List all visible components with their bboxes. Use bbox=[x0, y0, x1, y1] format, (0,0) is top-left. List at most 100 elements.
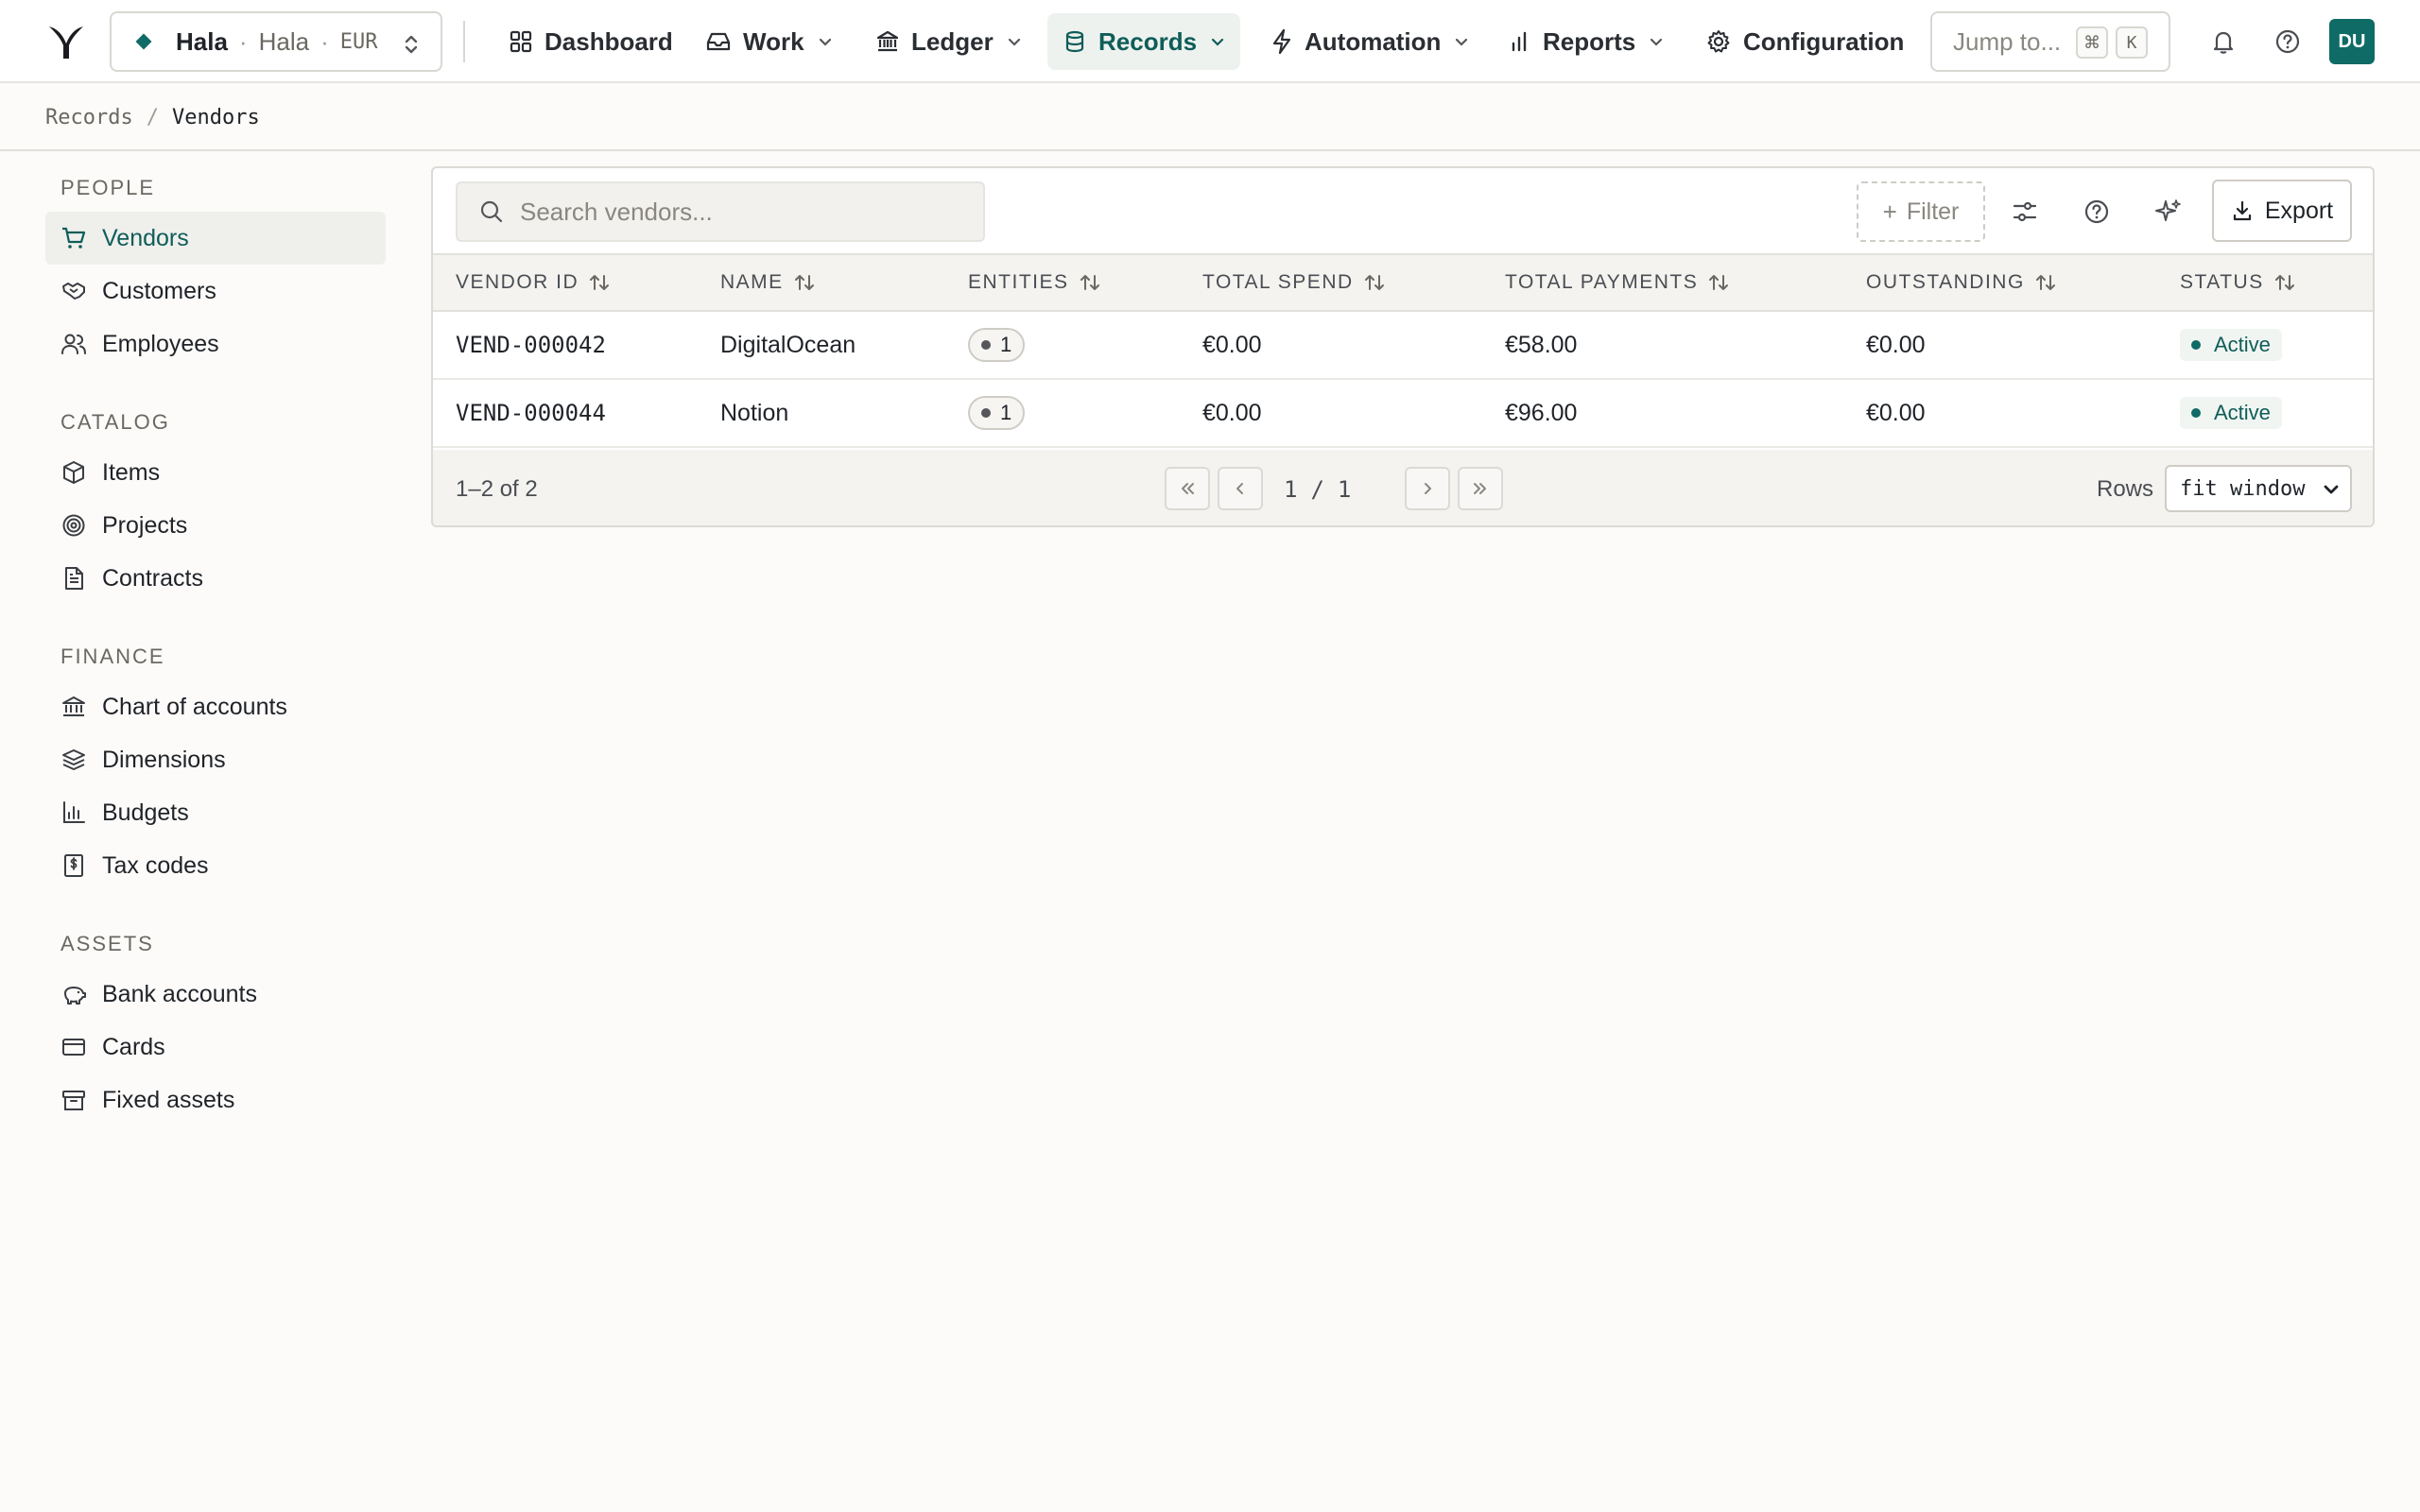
cell-vendor-id: VEND-000044 bbox=[456, 400, 606, 426]
column-label: OUTSTANDING bbox=[1866, 271, 2025, 293]
cell-status: Active bbox=[2180, 380, 2282, 446]
sidebar-item-label: Bank accounts bbox=[102, 980, 257, 1007]
jump-to-search[interactable]: Jump to... ⌘ K bbox=[1930, 11, 2170, 72]
sidebar-item-budgets[interactable]: Budgets bbox=[45, 786, 386, 839]
help-icon[interactable] bbox=[2082, 197, 2112, 227]
cell-name: DigitalOcean bbox=[720, 331, 856, 358]
bell-icon[interactable] bbox=[2208, 26, 2238, 57]
sidebar-item-dimensions[interactable]: Dimensions bbox=[45, 733, 386, 786]
shortcut-cmd-key: ⌘ bbox=[2076, 26, 2108, 59]
column-header-total-spend[interactable]: TOTAL SPEND bbox=[1202, 255, 1386, 310]
adjust-columns-icon[interactable] bbox=[2010, 197, 2040, 227]
cell-status: Active bbox=[2180, 312, 2282, 378]
entities-badge[interactable]: 1 bbox=[968, 396, 1026, 430]
handshake-icon bbox=[62, 283, 85, 300]
entities-badge[interactable]: 1 bbox=[968, 328, 1026, 362]
chevron-down-icon bbox=[1456, 38, 1468, 46]
table-row[interactable]: VEND-000044 Notion 1 €0.00 €96.00 €0.00 … bbox=[433, 380, 2373, 448]
filter-button[interactable]: + Filter bbox=[1857, 181, 1985, 242]
bank-icon bbox=[62, 696, 85, 716]
credit-card-icon bbox=[62, 1039, 85, 1056]
sparkles-icon[interactable] bbox=[2153, 197, 2184, 227]
search-box bbox=[456, 181, 985, 242]
chevron-left-icon bbox=[1236, 483, 1243, 494]
bolt-icon bbox=[1272, 28, 1291, 55]
nav-ledger[interactable]: Ledger bbox=[860, 13, 1037, 70]
status-badge: Active bbox=[2180, 397, 2282, 429]
sidebar-item-label: Contracts bbox=[102, 564, 203, 592]
table-row[interactable]: VEND-000042 DigitalOcean 1 €0.00 €58.00 … bbox=[433, 312, 2373, 380]
sort-icon bbox=[590, 275, 610, 290]
help-icon[interactable] bbox=[2273, 26, 2303, 57]
previous-page-button[interactable] bbox=[1218, 467, 1263, 510]
sort-icon bbox=[1709, 275, 1729, 290]
entity-separator: · bbox=[238, 26, 248, 56]
sort-icon bbox=[2035, 275, 2055, 290]
pagination-bar: 1–2 of 2 1 / 1 Rows fit window bbox=[433, 450, 2373, 525]
entities-count: 1 bbox=[1000, 401, 1012, 424]
nav-configuration[interactable]: Configuration bbox=[1690, 13, 1919, 70]
status-badge: Active bbox=[2180, 329, 2282, 361]
gear-icon bbox=[1707, 30, 1730, 53]
nav-reports[interactable]: Reports bbox=[1494, 13, 1679, 70]
entity-separator: · bbox=[320, 26, 329, 56]
sidebar-section-finance: FINANCE bbox=[60, 644, 165, 668]
nav-work[interactable]: Work bbox=[690, 13, 848, 70]
breadcrumb-parent[interactable]: Records bbox=[45, 106, 133, 129]
column-label: VENDOR ID bbox=[456, 271, 579, 293]
entities-count: 1 bbox=[1000, 333, 1012, 356]
nav-automation[interactable]: Automation bbox=[1255, 13, 1484, 70]
sidebar-section-assets: ASSETS bbox=[60, 932, 154, 955]
nav-dashboard[interactable]: Dashboard bbox=[493, 13, 688, 70]
table-header: VENDOR ID NAME ENTITIES TOTAL SPEND TOTA… bbox=[433, 253, 2373, 312]
column-header-status[interactable]: STATUS bbox=[2180, 255, 2296, 310]
box-icon bbox=[63, 461, 84, 484]
cell-outstanding: €0.00 bbox=[1866, 399, 1926, 426]
sidebar-item-label: Budgets bbox=[102, 799, 189, 826]
grid-icon bbox=[510, 30, 532, 53]
sidebar-item-tax-codes[interactable]: Tax codes bbox=[45, 839, 386, 892]
sidebar-item-label: Vendors bbox=[102, 224, 189, 251]
chevron-down-icon bbox=[819, 38, 831, 46]
column-header-entities[interactable]: ENTITIES bbox=[968, 255, 1101, 310]
sort-icon bbox=[1364, 275, 1384, 290]
column-header-total-payments[interactable]: TOTAL PAYMENTS bbox=[1505, 255, 1730, 310]
status-dot-icon bbox=[2191, 408, 2201, 418]
next-page-button[interactable] bbox=[1405, 467, 1450, 510]
sidebar-item-fixed-assets[interactable]: Fixed assets bbox=[45, 1074, 386, 1126]
cell-vendor-id: VEND-000042 bbox=[456, 332, 606, 358]
status-label: Active bbox=[2214, 401, 2271, 424]
sidebar-item-label: Dimensions bbox=[102, 746, 226, 773]
entity-switcher[interactable]: Hala · Hala · EUR bbox=[110, 11, 442, 72]
sidebar-item-employees[interactable]: Employees bbox=[45, 318, 386, 370]
column-header-name[interactable]: NAME bbox=[720, 255, 816, 310]
sidebar-item-items[interactable]: Items bbox=[45, 446, 386, 499]
search-input[interactable] bbox=[520, 197, 974, 227]
first-page-button[interactable] bbox=[1165, 467, 1210, 510]
sidebar-item-vendors[interactable]: Vendors bbox=[45, 212, 386, 265]
entity-diamond-icon bbox=[135, 33, 152, 50]
sidebar-item-contracts[interactable]: Contracts bbox=[45, 552, 386, 605]
user-avatar[interactable]: DU bbox=[2329, 19, 2375, 64]
breadcrumb-current: Vendors bbox=[171, 105, 260, 129]
column-header-vendor-id[interactable]: VENDOR ID bbox=[456, 255, 611, 310]
export-button[interactable]: Export bbox=[2212, 180, 2352, 242]
last-page-button[interactable] bbox=[1458, 467, 1503, 510]
chevrons-right-icon bbox=[1474, 483, 1486, 494]
column-header-outstanding[interactable]: OUTSTANDING bbox=[1866, 255, 2057, 310]
sidebar-item-bank-accounts[interactable]: Bank accounts bbox=[45, 968, 386, 1021]
pagination-range: 1–2 of 2 bbox=[456, 476, 538, 502]
sidebar-item-chart-of-accounts[interactable]: Chart of accounts bbox=[45, 680, 386, 733]
nav-records[interactable]: Records bbox=[1047, 13, 1241, 70]
sidebar-item-label: Employees bbox=[102, 330, 219, 357]
status-label: Active bbox=[2214, 333, 2271, 356]
chevron-updown-icon bbox=[405, 35, 418, 54]
cell-entities: 1 bbox=[968, 380, 1026, 446]
sidebar-item-customers[interactable]: Customers bbox=[45, 265, 386, 318]
app-logo-icon[interactable] bbox=[47, 23, 85, 60]
sidebar-item-projects[interactable]: Projects bbox=[45, 499, 386, 552]
rows-per-page-select[interactable]: fit window bbox=[2165, 465, 2352, 512]
sidebar-section-catalog: CATALOG bbox=[60, 410, 170, 434]
sidebar-item-cards[interactable]: Cards bbox=[45, 1021, 386, 1074]
cell-total-spend: €0.00 bbox=[1202, 399, 1262, 426]
